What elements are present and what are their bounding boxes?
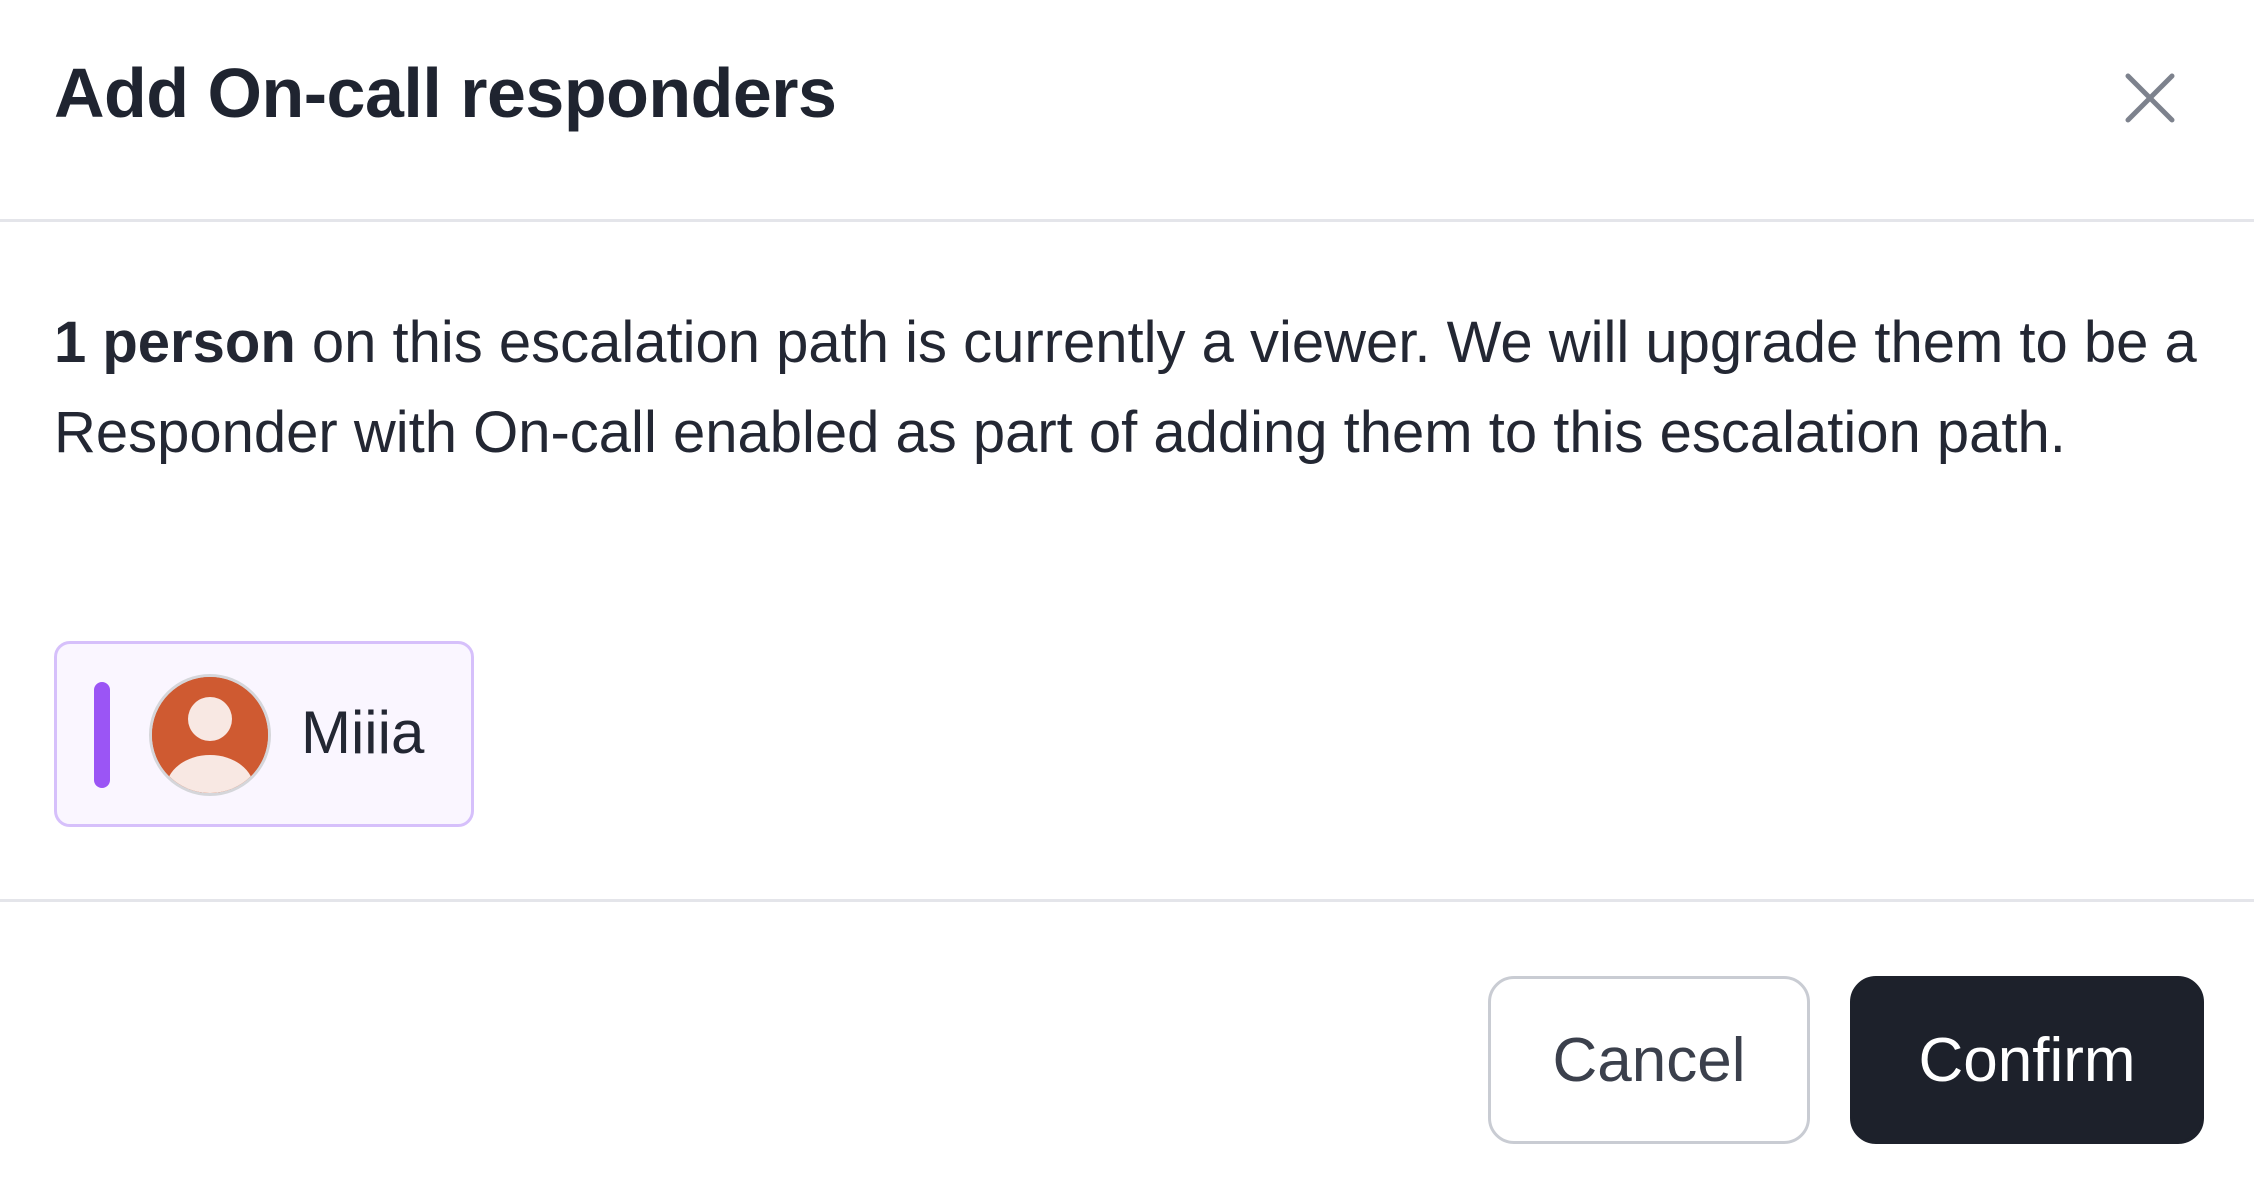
viewer-upgrade-message: 1 person on this escalation path is curr… (54, 298, 2204, 478)
person-chip: Miiia (54, 641, 474, 827)
confirm-button[interactable]: Confirm (1850, 976, 2204, 1144)
cancel-button[interactable]: Cancel (1488, 976, 1810, 1144)
add-oncall-responders-dialog: Add On-call responders 1 person on this … (0, 0, 2254, 1188)
close-icon (2125, 73, 2175, 123)
message-text: on this escalation path is currently a v… (54, 310, 2197, 465)
dialog-title: Add On-call responders (54, 54, 837, 132)
person-avatar-icon (152, 677, 268, 793)
person-count: 1 person (54, 310, 296, 375)
person-name: Miiia (301, 699, 425, 766)
dialog-body: 1 person on this escalation path is curr… (0, 222, 2254, 902)
dialog-header: Add On-call responders (0, 0, 2254, 222)
chip-accent-bar (94, 682, 110, 788)
avatar (149, 674, 271, 796)
dialog-footer: Cancel Confirm (0, 902, 2254, 1188)
close-button[interactable] (2112, 60, 2188, 136)
